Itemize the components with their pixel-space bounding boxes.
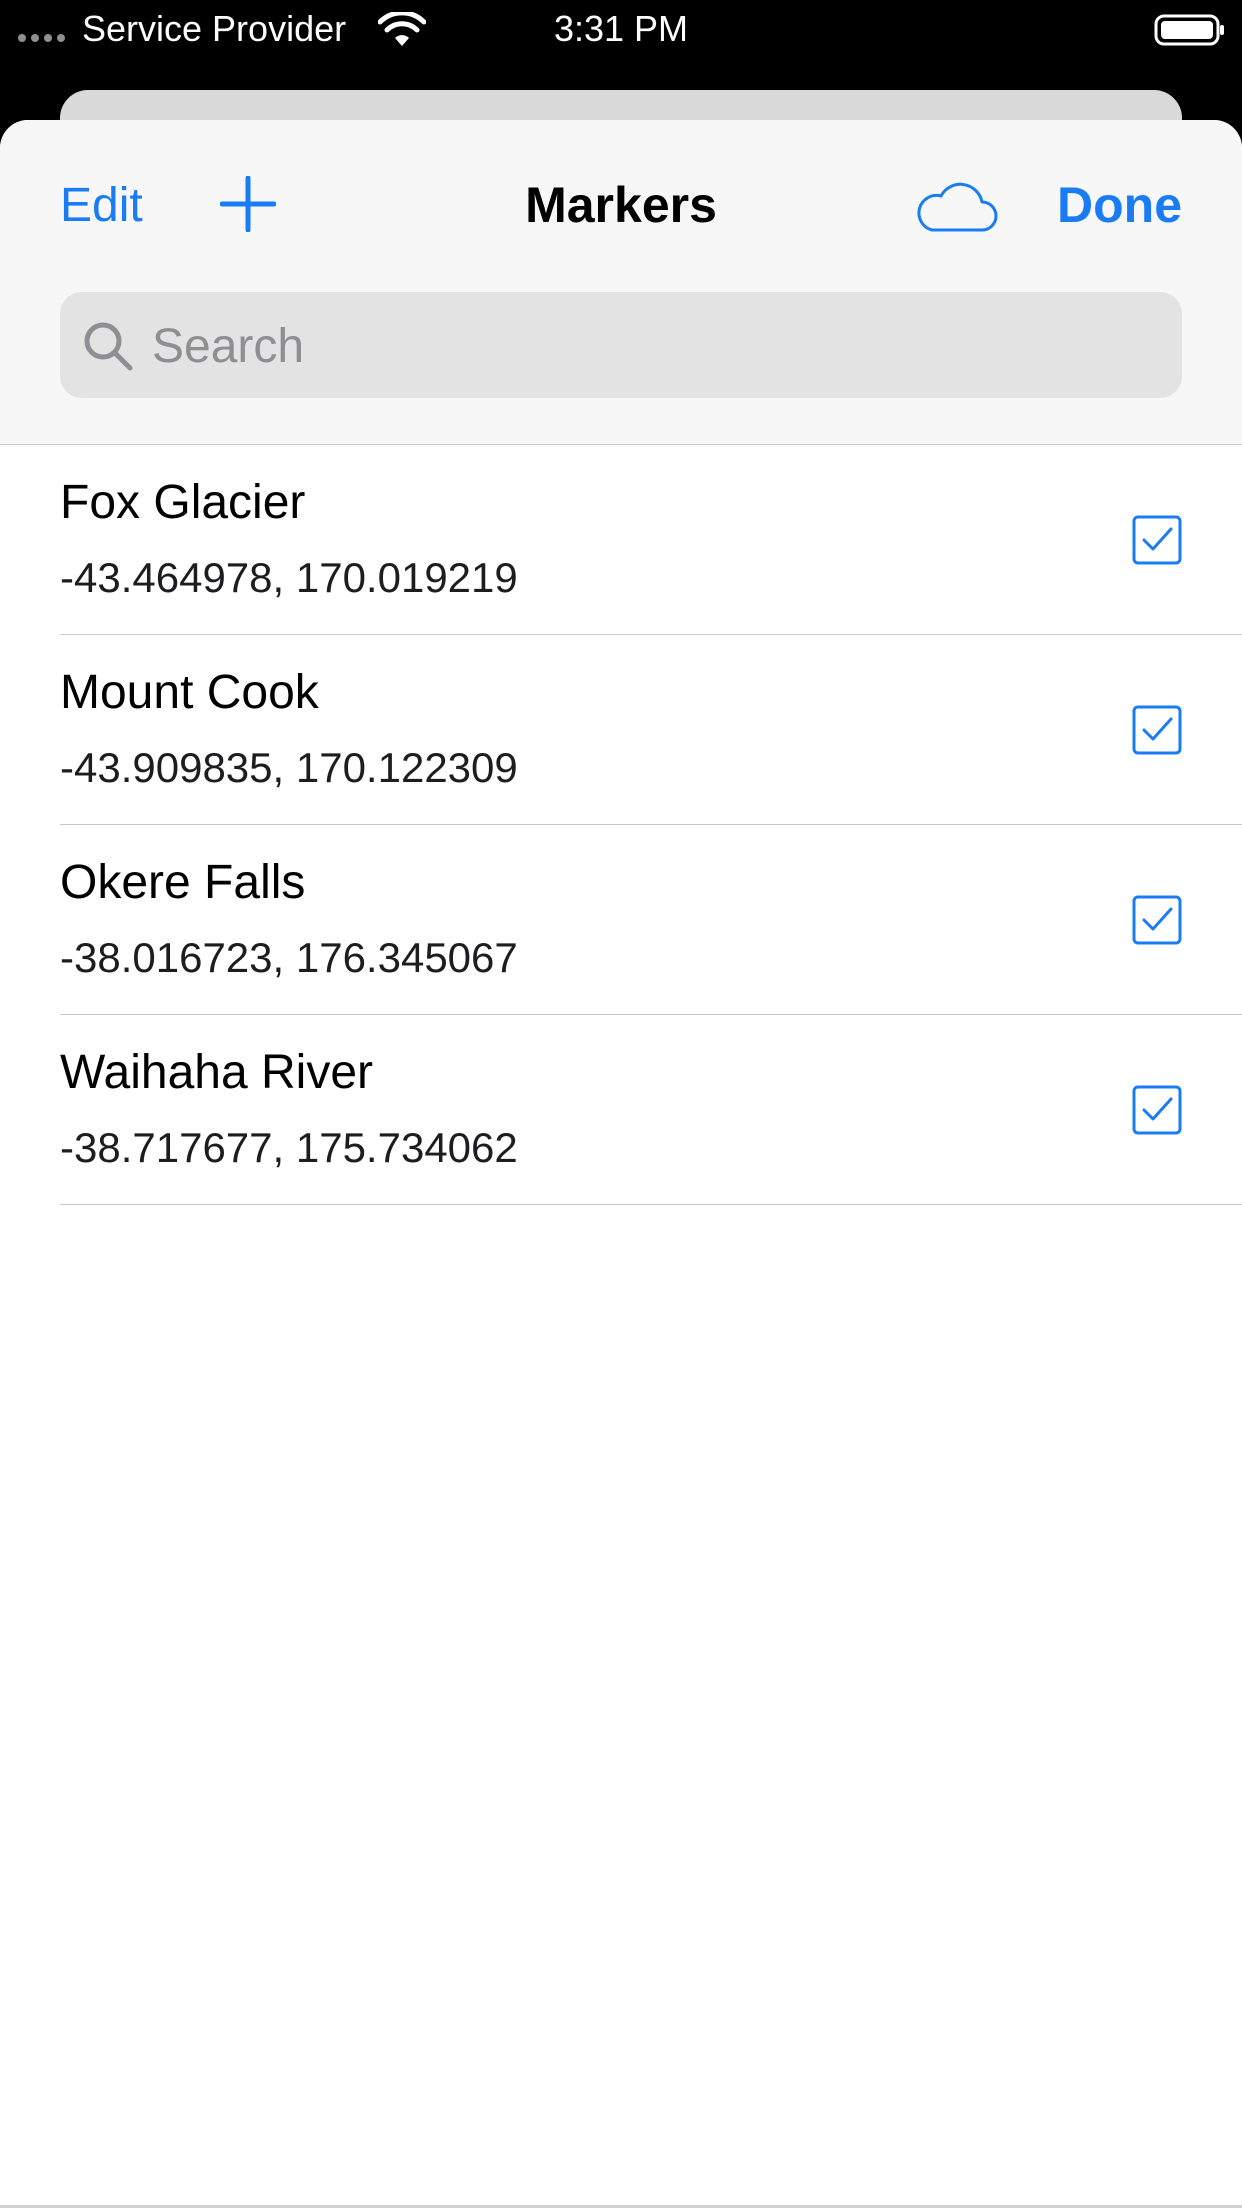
search-field[interactable] (60, 292, 1182, 398)
done-button[interactable]: Done (1057, 176, 1182, 234)
marker-name: Mount Cook (60, 666, 319, 719)
status-time: 3:31 PM (553, 8, 689, 49)
markers-sheet: Edit Markers Done Fox Glacier -43.464978… (0, 120, 1242, 2208)
marker-name: Fox Glacier (60, 476, 306, 529)
navigation-bar: Edit Markers Done (0, 120, 1242, 445)
search-icon (84, 322, 133, 371)
checkbox-checked-icon[interactable] (1132, 895, 1182, 945)
cloud-icon[interactable] (914, 176, 998, 236)
search-input[interactable] (150, 310, 1154, 382)
marker-coordinates: -43.464978, 170.019219 (60, 554, 518, 601)
marker-name: Okere Falls (60, 856, 306, 909)
checkbox-checked-icon[interactable] (1132, 705, 1182, 755)
marker-name: Waihaha River (60, 1046, 374, 1099)
marker-row[interactable]: Fox Glacier -43.464978, 170.019219 (60, 445, 1242, 635)
marker-row[interactable]: Waihaha River -38.717677, 175.734062 (60, 1015, 1242, 1205)
marker-coordinates: -38.016723, 176.345067 (60, 934, 518, 981)
status-bar: Service Provider 3:31 PM (0, 0, 1242, 60)
marker-list: Fox Glacier -43.464978, 170.019219 Mount… (0, 445, 1242, 1205)
marker-coordinates: -38.717677, 175.734062 (60, 1124, 518, 1171)
marker-row[interactable]: Okere Falls -38.016723, 176.345067 (60, 825, 1242, 1015)
marker-coordinates: -43.909835, 170.122309 (60, 744, 518, 791)
battery-icon (1154, 14, 1224, 46)
checkbox-checked-icon[interactable] (1132, 515, 1182, 565)
page-title: Markers (525, 177, 717, 233)
checkbox-checked-icon[interactable] (1132, 1085, 1182, 1135)
marker-row[interactable]: Mount Cook -43.909835, 170.122309 (60, 635, 1242, 825)
